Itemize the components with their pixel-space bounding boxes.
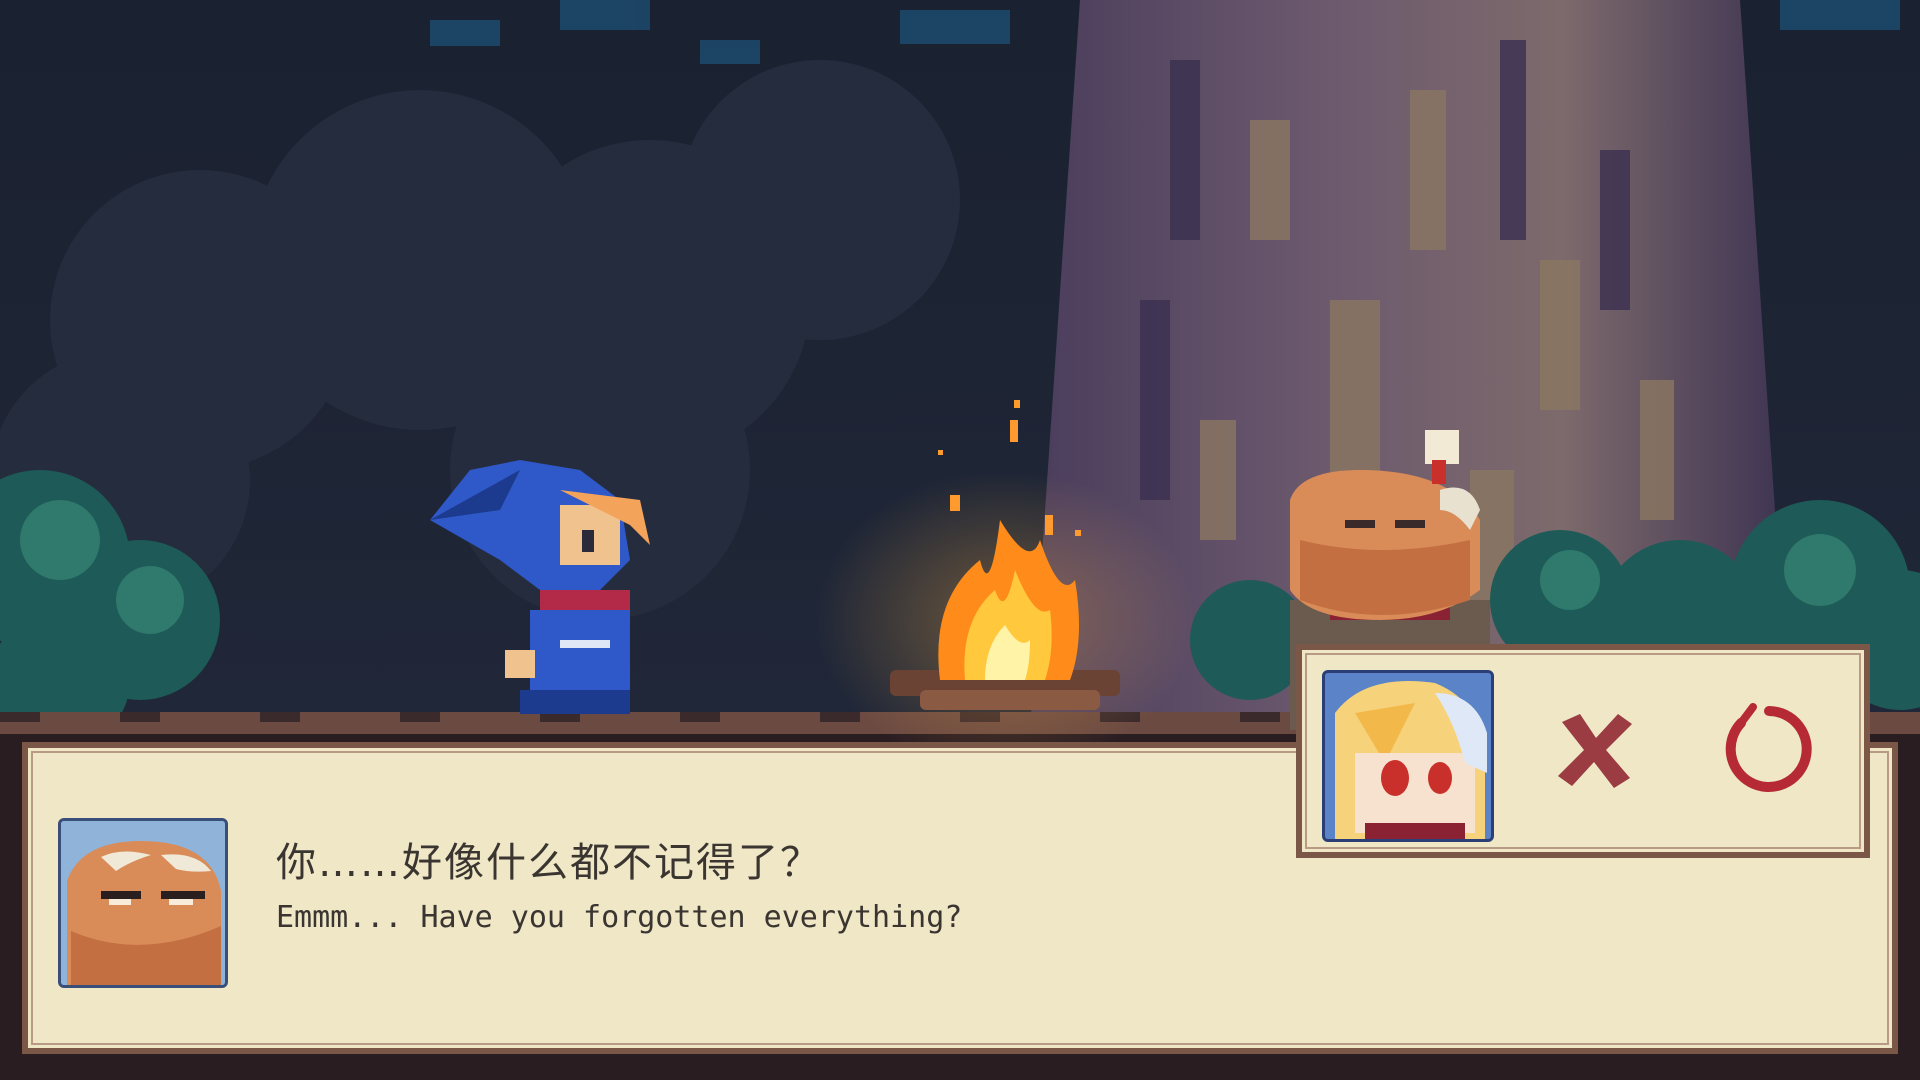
confirm-button[interactable] xyxy=(1714,694,1824,804)
dialogue-text-chinese: 你……好像什么都不记得了？ xyxy=(276,840,822,886)
speaker-portrait-icon xyxy=(58,818,228,988)
cross-icon xyxy=(1558,714,1632,788)
cancel-button[interactable] xyxy=(1540,694,1650,804)
dialogue-text-english: Emmm... Have you forgotten everything? xyxy=(276,900,963,935)
circle-icon xyxy=(1725,703,1812,792)
player-portrait-icon xyxy=(1322,670,1494,842)
choice-panel xyxy=(1296,644,1870,858)
